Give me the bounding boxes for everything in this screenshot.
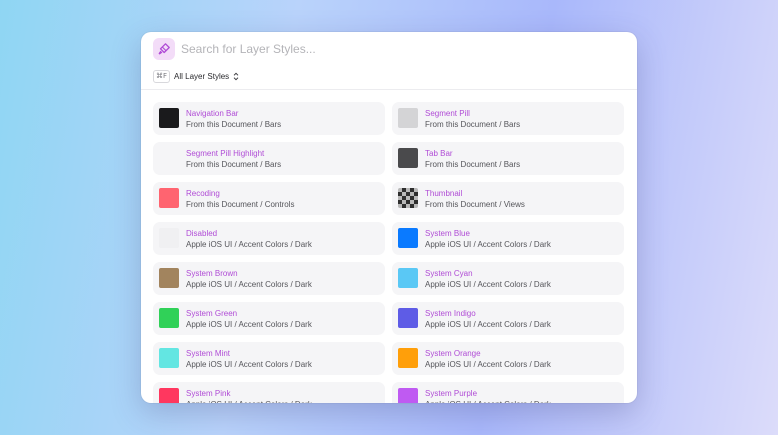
style-path: From this Document / Views (425, 200, 525, 209)
layer-style-item[interactable]: System Orange Apple iOS UI / Accent Color… (392, 342, 624, 375)
style-path: From this Document / Bars (425, 120, 521, 129)
style-swatch (159, 148, 179, 168)
style-swatch (398, 228, 418, 248)
filter-bar: ⌘F All Layer Styles (153, 68, 239, 84)
style-name: System Indigo (425, 309, 476, 318)
layer-style-item[interactable]: Recoding From this Document / Controls (153, 182, 385, 215)
style-path: From this Document / Bars (425, 160, 521, 169)
layer-style-item[interactable]: System Brown Apple iOS UI / Accent Colors… (153, 262, 385, 295)
style-path: Apple iOS UI / Accent Colors / Dark (186, 320, 312, 329)
style-swatch (159, 268, 179, 288)
style-name: System Orange (425, 349, 481, 358)
style-swatch (159, 348, 179, 368)
style-swatch (159, 388, 179, 403)
style-swatch (398, 308, 418, 328)
layer-styles-panel: ⌘F All Layer Styles Navigation Bar From t… (141, 32, 637, 403)
style-swatch (398, 388, 418, 403)
layer-style-item[interactable]: System Cyan Apple iOS UI / Accent Colors … (392, 262, 624, 295)
style-swatch (159, 228, 179, 248)
divider (141, 89, 637, 90)
layer-style-item[interactable]: Segment Pill Highlight From this Document… (153, 142, 385, 175)
style-name: Segment Pill Highlight (186, 149, 265, 158)
layer-style-item[interactable]: System Indigo Apple iOS UI / Accent Color… (392, 302, 624, 335)
style-name: System Mint (186, 349, 231, 358)
style-name: Navigation Bar (186, 109, 239, 118)
style-path: Apple iOS UI / Accent Colors / Dark (186, 280, 312, 289)
style-name: Thumbnail (425, 189, 463, 198)
layer-style-item[interactable]: Disabled Apple iOS UI / Accent Colors / D… (153, 222, 385, 255)
style-path: Apple iOS UI / Accent Colors / Dark (186, 400, 312, 403)
layer-style-item[interactable]: System Blue Apple iOS UI / Accent Colors … (392, 222, 624, 255)
layer-style-item[interactable]: Thumbnail From this Document / Views (392, 182, 624, 215)
style-name: Recoding (186, 189, 220, 198)
style-name: System Blue (425, 229, 470, 238)
style-swatch (398, 188, 418, 208)
style-name: System Purple (425, 389, 478, 398)
style-swatch (159, 188, 179, 208)
style-path: Apple iOS UI / Accent Colors / Dark (425, 240, 551, 249)
style-path: Apple iOS UI / Accent Colors / Dark (425, 280, 551, 289)
style-library-label: All Layer Styles (174, 71, 230, 81)
filter-shortcut-hint: ⌘F (153, 69, 171, 83)
search-input[interactable] (181, 40, 611, 58)
layer-style-item[interactable]: System Pink Apple iOS UI / Accent Colors … (153, 382, 385, 403)
style-path: Apple iOS UI / Accent Colors / Dark (425, 400, 551, 403)
layer-style-item[interactable]: System Green Apple iOS UI / Accent Colors… (153, 302, 385, 335)
layer-style-item[interactable]: System Purple Apple iOS UI / Accent Color… (392, 382, 624, 403)
style-path: Apple iOS UI / Accent Colors / Dark (425, 320, 551, 329)
style-name: Segment Pill (425, 109, 470, 118)
style-path: Apple iOS UI / Accent Colors / Dark (425, 360, 551, 369)
style-swatch (159, 108, 179, 128)
style-name: Disabled (186, 229, 218, 238)
style-name: System Pink (186, 389, 231, 398)
style-path: Apple iOS UI / Accent Colors / Dark (186, 240, 312, 249)
style-swatch (398, 268, 418, 288)
style-swatch (398, 148, 418, 168)
style-swatch (398, 108, 418, 128)
style-name: System Green (186, 309, 238, 318)
style-library-select[interactable]: All Layer Styles (174, 72, 239, 81)
layer-style-item[interactable]: Navigation Bar From this Document / Bars (153, 102, 385, 135)
style-path: From this Document / Bars (186, 160, 282, 169)
style-path: From this Document / Bars (186, 120, 282, 129)
style-path: From this Document / Controls (186, 200, 295, 209)
brush-icon (153, 38, 175, 60)
layer-style-grid: Navigation Bar From this Document / Bars S… (153, 102, 625, 403)
style-swatch (398, 348, 418, 368)
layer-style-item[interactable]: Tab Bar From this Document / Bars (392, 142, 624, 175)
style-swatch (159, 308, 179, 328)
style-name: System Cyan (425, 269, 473, 278)
style-name: Tab Bar (425, 149, 453, 158)
layer-style-item[interactable]: Segment Pill From this Document / Bars (392, 102, 624, 135)
search-bar (141, 32, 637, 64)
style-name: System Brown (186, 269, 238, 278)
layer-style-item[interactable]: System Mint Apple iOS UI / Accent Colors … (153, 342, 385, 375)
chevron-up-down-icon (233, 72, 239, 81)
style-path: Apple iOS UI / Accent Colors / Dark (186, 360, 312, 369)
